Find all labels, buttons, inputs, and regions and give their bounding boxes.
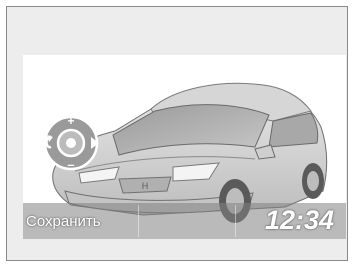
frame: H + – Сохранить 12:34 — [6, 6, 348, 261]
selector-dial-icon: + – — [43, 114, 99, 212]
display-screen: H + – Сохранить 12:34 — [23, 55, 346, 239]
save-label[interactable]: Сохранить — [26, 213, 101, 230]
clock: 12:34 — [264, 205, 334, 235]
bottom-bar: Сохранить 12:34 — [23, 203, 346, 239]
svg-text:+: + — [67, 114, 74, 128]
svg-text:–: – — [67, 157, 74, 172]
divider — [235, 205, 236, 237]
divider — [138, 205, 139, 237]
svg-text:H: H — [142, 181, 149, 191]
